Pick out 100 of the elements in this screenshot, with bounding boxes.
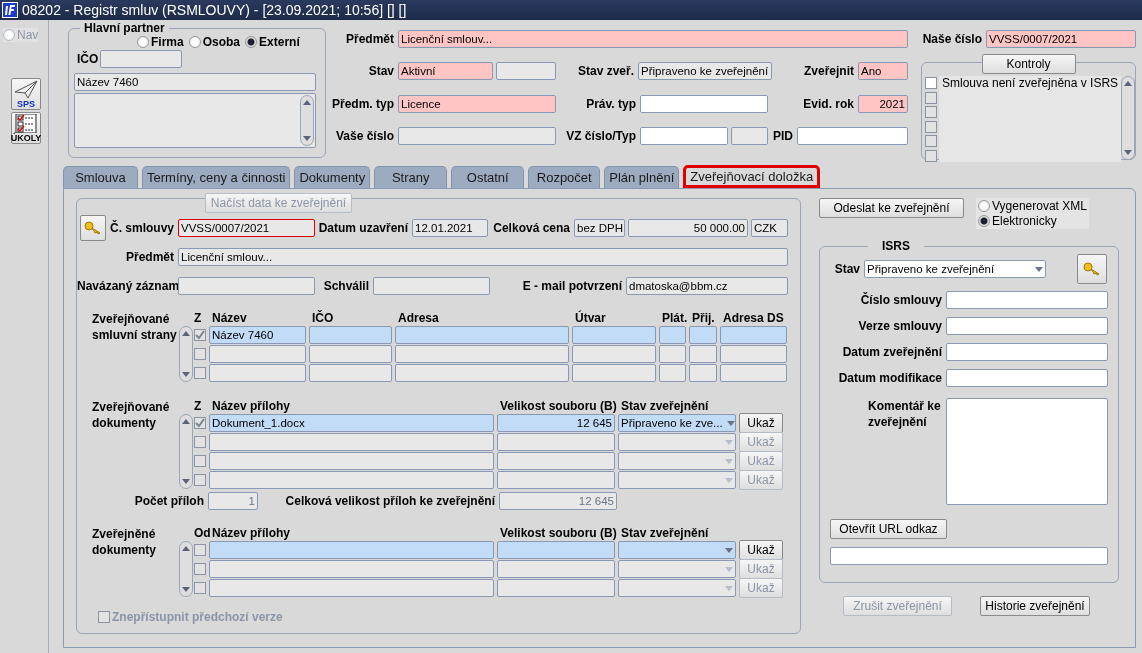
- text-field[interactable]: Název 7460: [74, 73, 316, 91]
- radio-button[interactable]: Elektronicky: [978, 214, 1087, 228]
- checkbox[interactable]: [194, 348, 206, 360]
- show-button[interactable]: Ukaž: [739, 540, 783, 560]
- text-field[interactable]: Ano: [858, 62, 908, 80]
- dropdown[interactable]: [618, 433, 736, 451]
- dropdown[interactable]: [618, 452, 736, 470]
- text-area[interactable]: [74, 93, 316, 148]
- send-button[interactable]: Odeslat ke zveřejnění: [819, 198, 964, 218]
- key-icon: [1083, 262, 1101, 276]
- text-field[interactable]: 2021: [858, 95, 908, 113]
- dropdown[interactable]: Připraveno ke zveřejnění: [864, 260, 1046, 278]
- tab[interactable]: Ostatní: [451, 166, 525, 188]
- checkbox[interactable]: [194, 563, 206, 575]
- text-field[interactable]: 12.01.2021: [412, 219, 488, 237]
- key-button[interactable]: [80, 215, 106, 241]
- show-button[interactable]: Ukaž: [739, 413, 783, 433]
- text-field[interactable]: Licenční smlouv...: [178, 248, 788, 266]
- action-button[interactable]: Historie zveřejnění: [980, 596, 1090, 616]
- tab[interactable]: Dokumenty: [294, 166, 371, 188]
- radio-button[interactable]: Externí: [245, 35, 300, 49]
- dropdown[interactable]: [618, 579, 736, 597]
- field-label: Datum uzavření: [317, 221, 409, 235]
- checks-button[interactable]: Kontroly: [981, 54, 1076, 74]
- field-label: PID: [772, 129, 794, 143]
- text-field[interactable]: 12 645: [499, 492, 617, 510]
- scrollbar[interactable]: [1121, 76, 1136, 160]
- field-label: Navázaný záznam: [77, 279, 178, 293]
- text-field[interactable]: [946, 369, 1108, 387]
- text-field[interactable]: [731, 127, 768, 145]
- radio-button[interactable]: Firma: [137, 35, 184, 49]
- text-field[interactable]: [946, 317, 1108, 335]
- text-field[interactable]: [640, 127, 728, 145]
- tab[interactable]: Strany: [374, 166, 448, 188]
- text-field[interactable]: VVSS/0007/2021: [178, 219, 315, 237]
- checkbox[interactable]: [194, 417, 206, 429]
- scrollbar[interactable]: [179, 541, 193, 597]
- text-field[interactable]: [946, 343, 1108, 361]
- text-field[interactable]: [946, 291, 1108, 309]
- text-field[interactable]: Licenční smlouv...: [398, 30, 908, 48]
- checkbox[interactable]: [194, 474, 206, 486]
- key-icon: [84, 221, 102, 235]
- checkbox[interactable]: [194, 582, 206, 594]
- tab[interactable]: Zveřejňovací doložka: [683, 165, 821, 188]
- scrollbar[interactable]: [300, 95, 314, 146]
- checkbox[interactable]: [194, 367, 206, 379]
- tab[interactable]: Rozpočet: [528, 166, 601, 188]
- dropdown[interactable]: [618, 471, 736, 489]
- checkbox-label: Znepřístupnit předchozí verze: [98, 610, 283, 624]
- text-field[interactable]: [640, 95, 768, 113]
- text-field[interactable]: [496, 62, 556, 80]
- field-label: Zveřejnit: [803, 64, 855, 78]
- text-area[interactable]: [946, 398, 1108, 505]
- field-label: Č. smlouvy: [108, 221, 175, 235]
- text-field[interactable]: bez DPH: [574, 219, 625, 237]
- column-header: Velikost souboru (B): [500, 399, 618, 413]
- checkbox[interactable]: [925, 77, 937, 89]
- dropdown[interactable]: [618, 560, 736, 578]
- checkbox[interactable]: [194, 544, 206, 556]
- text-field[interactable]: [373, 277, 490, 295]
- text-field[interactable]: Aktivní: [398, 62, 493, 80]
- text-field[interactable]: CZK: [751, 219, 788, 237]
- field-label: Předmět: [344, 32, 395, 46]
- toolbar-button[interactable]: SPS: [11, 78, 41, 110]
- field-label: Stav zveř.: [576, 64, 635, 78]
- field-label: Datum modifikace: [837, 371, 943, 385]
- text-field[interactable]: [797, 127, 908, 145]
- dropdown[interactable]: [618, 541, 736, 559]
- radio-button[interactable]: Vygenerovat XML: [978, 199, 1087, 213]
- url-button[interactable]: Otevřít URL odkaz: [830, 519, 947, 539]
- scrollbar[interactable]: [179, 326, 193, 382]
- checkbox[interactable]: [194, 436, 206, 448]
- text-field[interactable]: [398, 127, 556, 145]
- field-label: Předmět: [124, 250, 175, 264]
- text-field[interactable]: VVSS/0007/2021: [986, 30, 1136, 48]
- text-field[interactable]: [100, 50, 182, 68]
- tab[interactable]: Smlouva: [63, 166, 138, 188]
- toolbar-button[interactable]: ÚKOLY: [11, 112, 41, 144]
- text-field[interactable]: [178, 277, 315, 295]
- dropdown[interactable]: Připraveno ke zve...: [618, 414, 736, 432]
- checkbox[interactable]: [194, 455, 206, 467]
- key-button[interactable]: [1077, 254, 1107, 284]
- tab[interactable]: Plán plnění: [604, 166, 680, 188]
- scrollbar[interactable]: [179, 414, 193, 489]
- text-field[interactable]: [830, 547, 1108, 565]
- text-field[interactable]: dmatoska@bbm.cz: [626, 277, 788, 295]
- column-header: IČO: [312, 311, 335, 325]
- text-field[interactable]: Licence: [398, 95, 556, 113]
- grid-label: Zveřejňované dokumenty: [91, 399, 171, 431]
- paper-plane-icon: [14, 80, 38, 99]
- text-field[interactable]: 1: [208, 492, 258, 510]
- field-label: Vaše číslo: [334, 129, 395, 143]
- checkbox[interactable]: [194, 329, 206, 341]
- tab[interactable]: Termíny, ceny a činnosti: [142, 166, 291, 188]
- field-label: Celková cena: [492, 221, 571, 235]
- text-field[interactable]: Připraveno ke zveřejnění: [638, 62, 772, 80]
- radio-button[interactable]: Osoba: [188, 35, 241, 49]
- text-field[interactable]: 50 000.00: [628, 219, 748, 237]
- field-label: Počet příloh: [133, 494, 205, 508]
- field-label: Práv. typ: [585, 97, 637, 111]
